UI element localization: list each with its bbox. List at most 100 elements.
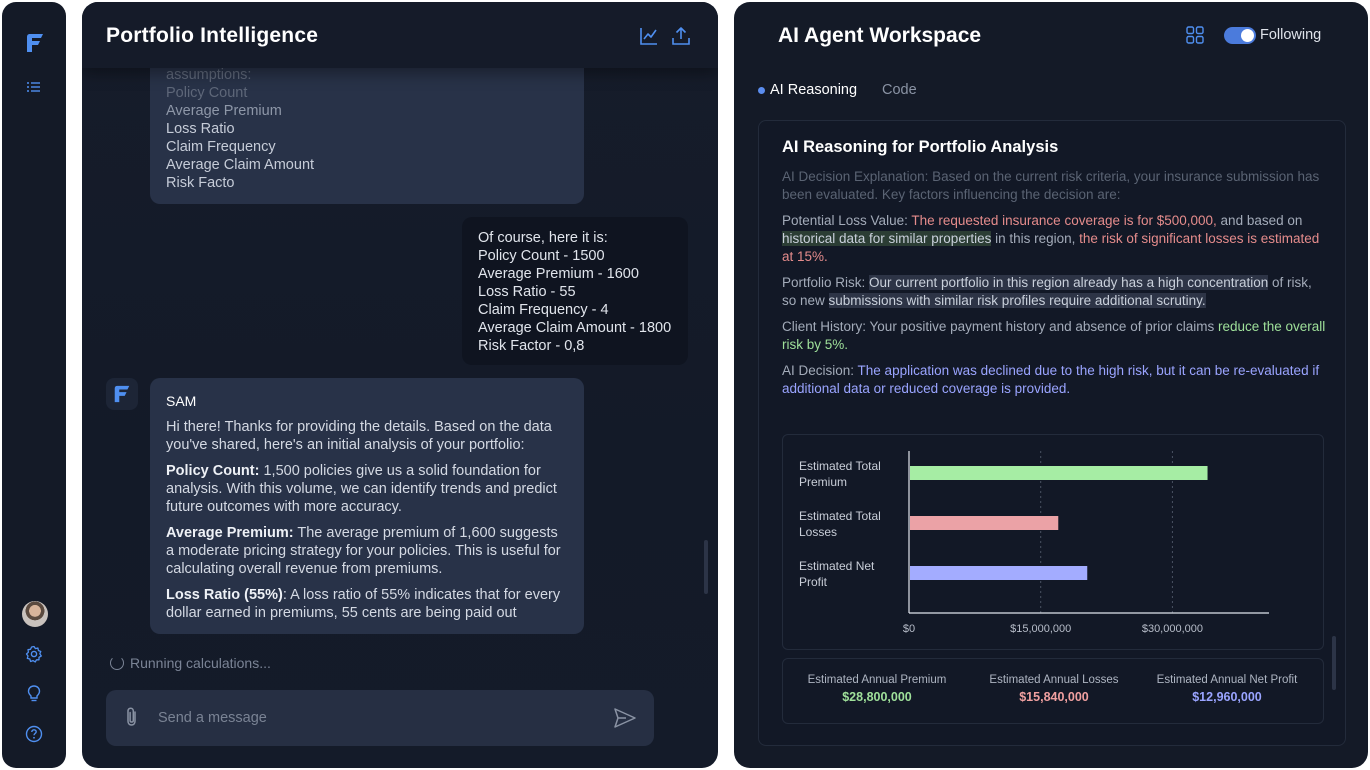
reasoning-decision: AI Decision: The application was decline…: [782, 362, 1327, 398]
send-icon[interactable]: [613, 707, 637, 729]
chat-header: Portfolio Intelligence: [82, 2, 718, 68]
tab-ai-reasoning[interactable]: AI Reasoning: [758, 82, 857, 98]
grid-icon[interactable]: [1186, 26, 1204, 44]
category-label-line: Premium: [799, 475, 847, 489]
settings-icon[interactable]: [23, 643, 45, 665]
list-icon[interactable]: [23, 76, 45, 98]
page-title: Portfolio Intelligence: [106, 24, 319, 47]
bot-paragraph: Loss Ratio (55%): A loss ratio of 55% in…: [166, 586, 568, 622]
status-indicator: Running calculations...: [110, 655, 271, 671]
text: in this region,: [991, 231, 1080, 246]
x-tick-label: $0: [903, 623, 915, 635]
avatar[interactable]: [22, 601, 48, 627]
category-label-line: Estimated Net: [799, 559, 875, 573]
message-line: Risk Factor - 0,8: [478, 338, 585, 354]
sidebar: [2, 2, 66, 768]
bar: [910, 516, 1059, 530]
lightbulb-icon[interactable]: [23, 683, 45, 705]
chart-svg: $0 $15,000,000 $30,000,000 Estimated Total P…: [799, 451, 1269, 635]
category-label-line: Losses: [799, 525, 837, 539]
highlight-green-bg: historical data for similar properties: [782, 231, 992, 246]
text: and based on: [1216, 213, 1303, 228]
message-line: Average Premium - 1600: [478, 266, 639, 282]
workspace-title: AI Agent Workspace: [778, 24, 982, 47]
portfolio-chart: $0 $15,000,000 $30,000,000 Estimated Total P…: [782, 434, 1324, 650]
message-line: Loss Ratio - 55: [478, 284, 576, 300]
highlight-gray-bg: submissions with similar risk profiles r…: [828, 293, 1206, 308]
bot-paragraph: Policy Count: 1,500 policies give us a s…: [166, 462, 568, 516]
category-label-line: Estimated Total: [799, 509, 881, 523]
toggle-knob: [1241, 29, 1254, 42]
highlight-blue: The application was declined due to the …: [782, 363, 1320, 396]
bot-paragraph: Average Premium: The average premium of …: [166, 524, 568, 578]
message-composer: [106, 690, 654, 746]
message-line: Of course, here it is:: [478, 230, 608, 246]
summary-box: Estimated Annual Premium $28,800,000 Est…: [782, 658, 1324, 724]
summary-label: Estimated Annual Losses: [989, 674, 1119, 686]
summary-value: $28,800,000: [842, 690, 912, 704]
reasoning-title: AI Reasoning for Portfolio Analysis: [782, 138, 1059, 156]
text: Your positive payment history and absenc…: [869, 319, 1218, 334]
chart-icon[interactable]: [638, 25, 660, 47]
bot-avatar: [106, 378, 138, 410]
bar: [910, 566, 1088, 580]
tab-label: AI Reasoning: [770, 82, 858, 98]
message-line: Average Claim Amount: [166, 157, 315, 173]
category-label-line: Profit: [799, 575, 828, 589]
summary-label: Estimated Annual Net Profit: [1156, 674, 1298, 686]
highlight-gray-bg: Our current portfolio in this region alr…: [869, 275, 1269, 290]
x-tick-label: $15,000,000: [1010, 623, 1071, 635]
label: Client History:: [782, 319, 870, 334]
summary-value: $12,960,000: [1192, 690, 1262, 704]
paragraph-label: Loss Ratio (55%): [166, 587, 283, 603]
category-label-line: Estimated Total: [799, 459, 881, 473]
export-icon[interactable]: [670, 25, 692, 47]
reasoning-loss: Potential Loss Value: The requested insu…: [782, 212, 1327, 266]
message-line: Risk Facto: [166, 175, 235, 191]
reasoning-card: AI Reasoning for Portfolio Analysis AI D…: [758, 120, 1346, 746]
help-icon[interactable]: [23, 723, 45, 745]
label: Potential Loss Value:: [782, 213, 912, 228]
message-line: Average Premium: [166, 103, 282, 119]
message-line: Policy Count - 1500: [478, 248, 605, 264]
spinner-icon: [110, 656, 124, 670]
paragraph-label: Average Premium:: [166, 525, 294, 541]
summary-losses: Estimated Annual Losses $15,840,000: [966, 674, 1142, 704]
message-line: assumptions:: [166, 67, 252, 83]
message-line: Loss Ratio: [166, 121, 235, 137]
summary-value: $15,840,000: [1019, 690, 1089, 704]
reasoning-intro: AI Decision Explanation: Based on the cu…: [782, 169, 1320, 202]
status-text: Running calculations...: [130, 655, 271, 671]
message-line: Claim Frequency - 4: [478, 302, 609, 318]
chat-scrollbar[interactable]: [704, 540, 708, 594]
tab-code[interactable]: Code: [882, 82, 917, 98]
bot-intro: Hi there! Thanks for providing the detai…: [166, 419, 552, 453]
label: AI Decision:: [782, 363, 858, 378]
message-line: Claim Frequency: [166, 139, 276, 155]
label: Portfolio Risk:: [782, 275, 870, 290]
summary-premium: Estimated Annual Premium $28,800,000: [789, 674, 965, 704]
attach-icon[interactable]: [122, 706, 142, 728]
message-line: Average Claim Amount - 1800: [478, 320, 672, 336]
summary-label: Estimated Annual Premium: [807, 674, 947, 686]
brand-logo-icon[interactable]: [24, 32, 46, 54]
bot-message-bubble: SAM Hi there! Thanks for providing the d…: [150, 378, 584, 634]
user-reply-bubble: Of course, here it is: Policy Count - 15…: [462, 217, 688, 365]
chat-panel: Portfolio Intelligence assumptions: Poli…: [82, 2, 718, 768]
workspace-scrollbar[interactable]: [1332, 636, 1336, 690]
bot-logo-icon: [114, 385, 130, 403]
category-label: Estimated Total Premium: [799, 459, 881, 489]
following-toggle[interactable]: [1224, 27, 1256, 44]
bar: [910, 466, 1208, 480]
category-label: Estimated Total Losses: [799, 509, 881, 539]
message-line: Policy Count: [166, 85, 248, 101]
reasoning-client: Client History: Your positive payment hi…: [782, 318, 1327, 354]
reasoning-risk: Portfolio Risk: Our current portfolio in…: [782, 274, 1327, 310]
x-tick-label: $30,000,000: [1142, 623, 1203, 635]
reasoning-text: AI Decision Explanation: Based on the cu…: [782, 168, 1327, 406]
message-input[interactable]: [158, 700, 588, 736]
highlight-red: The requested insurance coverage is for …: [911, 213, 1217, 228]
workspace-panel: AI Agent Workspace Following AI Reasonin…: [734, 2, 1368, 768]
summary-net-profit: Estimated Annual Net Profit $12,960,000: [1139, 674, 1315, 704]
category-label: Estimated Net Profit: [799, 559, 875, 589]
